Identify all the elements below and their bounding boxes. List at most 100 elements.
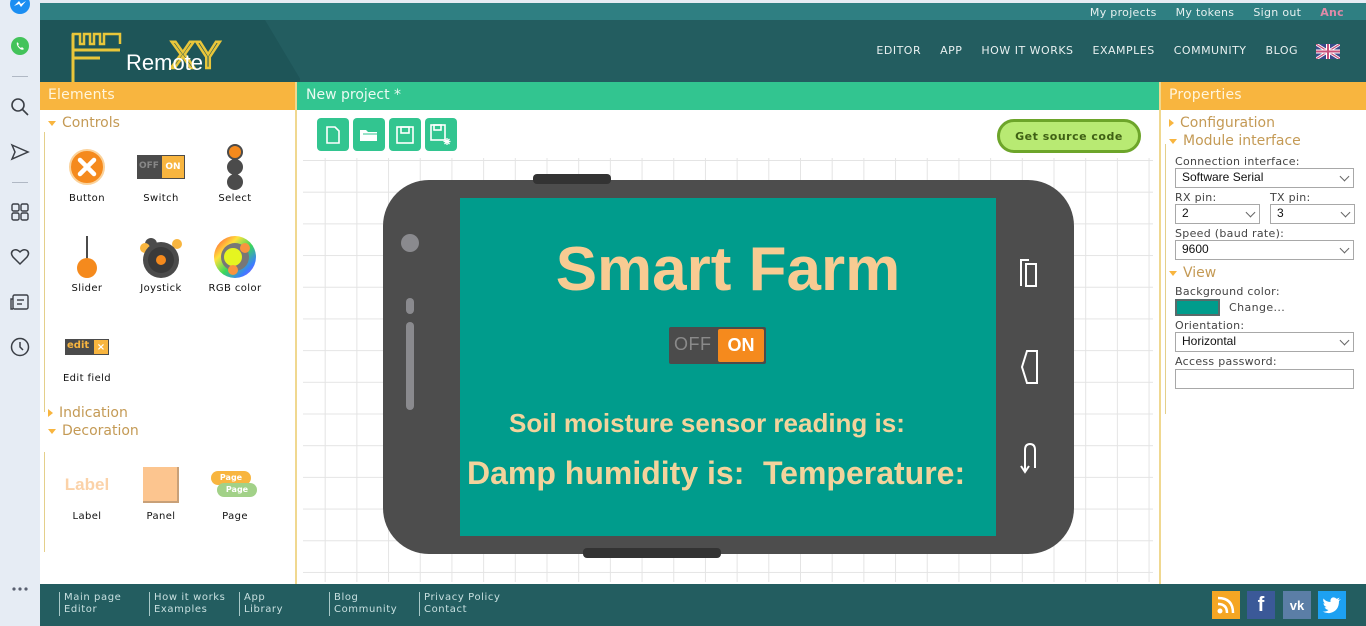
section-module-interface[interactable]: Module interface <box>1161 133 1366 149</box>
temperature-label[interactable]: Temperature: <box>763 455 965 492</box>
rx-pin-label: RX pin: <box>1175 191 1217 204</box>
logo-antenna-icon: XY Remote <box>71 32 222 82</box>
footer-link-library[interactable]: Library <box>244 604 283 616</box>
element-button[interactable]: Button <box>50 139 124 229</box>
section-indication[interactable]: Indication <box>40 405 295 421</box>
news-icon[interactable] <box>8 290 32 314</box>
properties-panel: Properties Configuration Module interfac… <box>1159 82 1366 584</box>
screen-switch[interactable]: OFF ON <box>669 327 766 364</box>
switch-off-label: OFF <box>674 334 712 354</box>
element-page[interactable]: Page Page Page <box>198 457 272 547</box>
nav-blog[interactable]: BLOG <box>1266 44 1298 57</box>
tx-pin-label: TX pin: <box>1270 191 1311 204</box>
my-tokens-link[interactable]: My tokens <box>1176 6 1235 19</box>
footer-link-community[interactable]: Community <box>334 604 397 616</box>
footer-link-contact[interactable]: Contact <box>424 604 501 616</box>
open-folder-icon <box>360 129 378 141</box>
twitter-icon[interactable] <box>1318 591 1346 619</box>
nav-app[interactable]: APP <box>940 44 962 57</box>
chevron-down-icon <box>1339 171 1350 182</box>
back-icon <box>1020 350 1038 384</box>
element-select[interactable]: Select <box>198 139 272 229</box>
history-icon[interactable] <box>8 335 32 359</box>
element-joystick[interactable]: Joystick <box>124 229 198 319</box>
editor-canvas-area: Get source code Smart Farm OFF ON Soil m… <box>297 110 1159 584</box>
element-panel[interactable]: Panel <box>124 457 198 547</box>
switch-icon: OFF ON <box>137 145 185 189</box>
open-project-button[interactable] <box>353 118 385 151</box>
section-view-label: View <box>1183 265 1217 281</box>
phone-bottom-button <box>583 548 721 558</box>
save-as-icon <box>430 123 451 145</box>
uk-flag-icon[interactable] <box>1315 42 1341 61</box>
heart-icon[interactable] <box>8 245 32 269</box>
element-label[interactable]: Label Label <box>50 457 124 547</box>
damp-humidity-label[interactable]: Damp humidity is: <box>467 455 744 492</box>
properties-panel-title: Properties <box>1161 82 1366 110</box>
project-title: New project * <box>297 82 1159 110</box>
nav-examples[interactable]: EXAMPLES <box>1093 44 1155 57</box>
tx-pin-select[interactable]: 3 <box>1270 204 1355 224</box>
speed-select[interactable]: 9600 <box>1175 240 1354 260</box>
sign-out-link[interactable]: Sign out <box>1253 6 1301 19</box>
more-icon[interactable] <box>8 577 32 601</box>
section-configuration[interactable]: Configuration <box>1161 115 1366 131</box>
button-icon <box>69 149 105 185</box>
section-controls[interactable]: Controls <box>40 115 295 131</box>
apps-icon[interactable] <box>8 200 32 224</box>
footer-col-4: Blog Community <box>329 592 397 616</box>
whatsapp-icon[interactable] <box>8 34 32 58</box>
nav-community[interactable]: COMMUNITY <box>1174 44 1247 57</box>
connection-interface-select[interactable]: Software Serial <box>1175 168 1354 188</box>
my-projects-link[interactable]: My projects <box>1090 6 1157 19</box>
site-footer: Main page Editor How it works Examples A… <box>40 584 1366 626</box>
section-decoration[interactable]: Decoration <box>40 423 295 439</box>
phone-screen: Smart Farm OFF ON Soil moisture sensor r… <box>460 198 996 536</box>
chevron-down-icon <box>1340 207 1351 218</box>
get-source-code-button[interactable]: Get source code <box>997 119 1141 153</box>
footer-link-app[interactable]: App <box>244 592 283 604</box>
access-password-input[interactable] <box>1175 368 1354 389</box>
soil-moisture-label[interactable]: Soil moisture sensor reading is: <box>509 408 905 439</box>
element-slider[interactable]: Slider <box>50 229 124 319</box>
rss-icon[interactable] <box>1212 591 1240 619</box>
background-color-swatch[interactable] <box>1175 299 1220 316</box>
rx-pin-select[interactable]: 2 <box>1175 204 1260 224</box>
footer-col-3: App Library <box>239 592 283 616</box>
element-edit-field[interactable]: edit × Edit field <box>50 319 124 409</box>
facebook-icon[interactable]: f <box>1247 591 1275 619</box>
screen-title-label[interactable]: Smart Farm <box>460 234 996 305</box>
footer-link-privacy-policy[interactable]: Privacy Policy <box>424 592 501 604</box>
rgb-color-icon <box>214 236 256 278</box>
orientation-select[interactable]: Horizontal <box>1175 332 1354 352</box>
access-password-label: Access password: <box>1175 355 1277 368</box>
section-view[interactable]: View <box>1161 265 1366 281</box>
footer-link-examples[interactable]: Examples <box>154 604 225 616</box>
messenger-icon[interactable] <box>8 0 32 16</box>
send-icon[interactable] <box>8 140 32 164</box>
section-configuration-label: Configuration <box>1180 115 1275 131</box>
site-header: XY Remote EDITOR APP HOW IT WORKS EXAMPL… <box>40 20 1366 82</box>
save-button[interactable] <box>389 118 421 151</box>
nav-how-it-works[interactable]: HOW IT WORKS <box>981 44 1073 57</box>
expanded-arrow-icon <box>48 428 56 434</box>
change-color-link[interactable]: Change... <box>1229 301 1285 314</box>
orientation-label: Orientation: <box>1175 319 1245 332</box>
browser-sidebar <box>0 0 40 626</box>
save-as-button[interactable] <box>425 118 457 151</box>
slider-icon <box>77 236 97 278</box>
chevron-down-icon <box>1339 335 1350 346</box>
footer-link-editor[interactable]: Editor <box>64 604 121 616</box>
user-name[interactable]: Anc <box>1320 6 1344 19</box>
vk-icon[interactable]: vk <box>1283 591 1311 619</box>
footer-link-blog[interactable]: Blog <box>334 592 397 604</box>
new-project-button[interactable] <box>317 118 349 151</box>
search-icon[interactable] <box>8 95 32 119</box>
element-switch[interactable]: OFF ON Switch <box>124 139 198 229</box>
footer-link-how-it-works[interactable]: How it works <box>154 592 225 604</box>
nav-editor[interactable]: EDITOR <box>876 44 921 57</box>
footer-link-main-page[interactable]: Main page <box>64 592 121 604</box>
remotexy-logo[interactable]: XY Remote <box>70 30 240 82</box>
footer-col-2: How it works Examples <box>149 592 225 616</box>
element-rgb-color[interactable]: RGB color <box>198 229 272 319</box>
